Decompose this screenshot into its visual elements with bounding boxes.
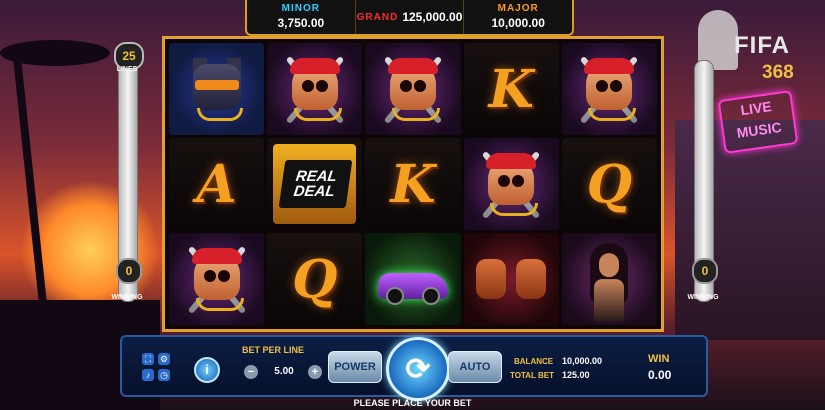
bet-per-line-label: BET PER LINE	[242, 345, 305, 355]
fists-icon	[476, 259, 547, 299]
total-bet-label: TOTAL BET	[510, 371, 554, 380]
reel-grid: K A REAL DEAL K Q Q	[162, 36, 664, 332]
right-winning-meter: 0 WINNING	[687, 38, 719, 303]
symbol-k: K	[488, 58, 534, 120]
skull-bandana-icon	[384, 58, 442, 121]
reel-cell-skull	[561, 43, 657, 135]
history-icon[interactable]: ◷	[158, 369, 170, 381]
reel-cell-skull	[365, 43, 461, 135]
winning-label: WINNING	[687, 294, 719, 301]
auto-button[interactable]: AUTO	[448, 351, 502, 383]
left-lines-meter: 25 LINES 0 WINNING	[111, 38, 144, 303]
skull-bandana-icon	[188, 248, 246, 311]
sports-car-icon	[377, 273, 448, 306]
power-button[interactable]: POWER	[328, 351, 382, 383]
woman-character-icon	[584, 243, 634, 322]
reel-cell-q: Q	[267, 233, 363, 325]
pitbull-dog-icon	[189, 58, 245, 121]
reel-cell-car	[365, 233, 461, 325]
win-value: 0.00	[648, 368, 672, 382]
jackpot-major-title: MAJOR	[497, 3, 539, 14]
logo-name: FIFA	[734, 32, 790, 59]
winning-count: 0	[692, 258, 718, 284]
jackpot-major: MAJOR 10,000.00	[464, 0, 572, 34]
jackpot-grand: GRAND 125,000.00	[356, 0, 465, 34]
skull-bandana-icon	[580, 58, 638, 121]
balance-label: BALANCE	[514, 357, 554, 366]
info-button[interactable]: i	[194, 357, 220, 383]
reel-cell-girl	[561, 233, 657, 325]
skull-bandana-icon	[482, 153, 540, 216]
win-label: WIN	[648, 353, 670, 365]
reel-cell-k: K	[365, 138, 461, 230]
bet-per-line-value: 5.00	[274, 366, 294, 377]
lines-label: LINES	[116, 66, 138, 73]
reel-cell-k: K	[463, 43, 559, 135]
reel-cell-real-deal: REAL DEAL	[267, 138, 363, 230]
spin-button[interactable]: ⟳	[386, 337, 450, 401]
total-bet-value: 125.00	[562, 370, 590, 380]
jackpot-grand-title: GRAND	[356, 11, 399, 23]
reel-cell-q: Q	[561, 138, 657, 230]
reel-cell-fists	[463, 233, 559, 325]
real-deal-scatter-icon: REAL DEAL	[273, 144, 357, 224]
reel-cell-skull	[267, 43, 363, 135]
jackpot-bar: MINOR 3,750.00 GRAND 125,000.00 MAJOR 10…	[245, 0, 574, 36]
palm-tree-leaves	[0, 40, 110, 66]
reel-cell-skull	[169, 233, 265, 325]
sound-icon[interactable]: ♪	[142, 369, 154, 381]
neon-live-music-sign: LIVE MUSIC	[717, 90, 799, 154]
winning-label: WINNING	[111, 294, 143, 301]
control-panel: ⛶ ⚙ ♪ ◷ i BET PER LINE − 5.00 + POWER ⟳ …	[120, 335, 708, 401]
logo-number: 368	[762, 62, 794, 83]
jackpot-grand-value: 125,000.00	[402, 10, 463, 24]
symbol-q: Q	[586, 153, 633, 215]
fullscreen-icon[interactable]: ⛶	[142, 353, 154, 365]
symbol-k: K	[390, 153, 436, 215]
real-deal-label: REAL DEAL	[278, 160, 352, 208]
bet-increase-button[interactable]: +	[308, 365, 322, 379]
status-message: PLEASE PLACE YOUR BET	[353, 398, 472, 408]
skull-bandana-icon	[286, 58, 344, 121]
jackpot-minor-value: 3,750.00	[277, 16, 325, 30]
spin-icon: ⟳	[405, 352, 431, 386]
symbol-a: A	[196, 153, 237, 215]
bet-decrease-button[interactable]: −	[244, 365, 258, 379]
settings-icon[interactable]: ⚙	[158, 353, 170, 365]
winning-count: 0	[116, 258, 142, 284]
jackpot-minor-title: MINOR	[281, 3, 320, 14]
reel-cell-dog	[169, 43, 265, 135]
reel-cell-a: A	[169, 138, 265, 230]
balance-value: 10,000.00	[562, 356, 603, 366]
jackpot-major-value: 10,000.00	[491, 16, 545, 30]
symbol-q: Q	[292, 248, 338, 310]
jackpot-minor: MINOR 3,750.00	[247, 0, 356, 34]
reel-cell-skull	[463, 138, 559, 230]
